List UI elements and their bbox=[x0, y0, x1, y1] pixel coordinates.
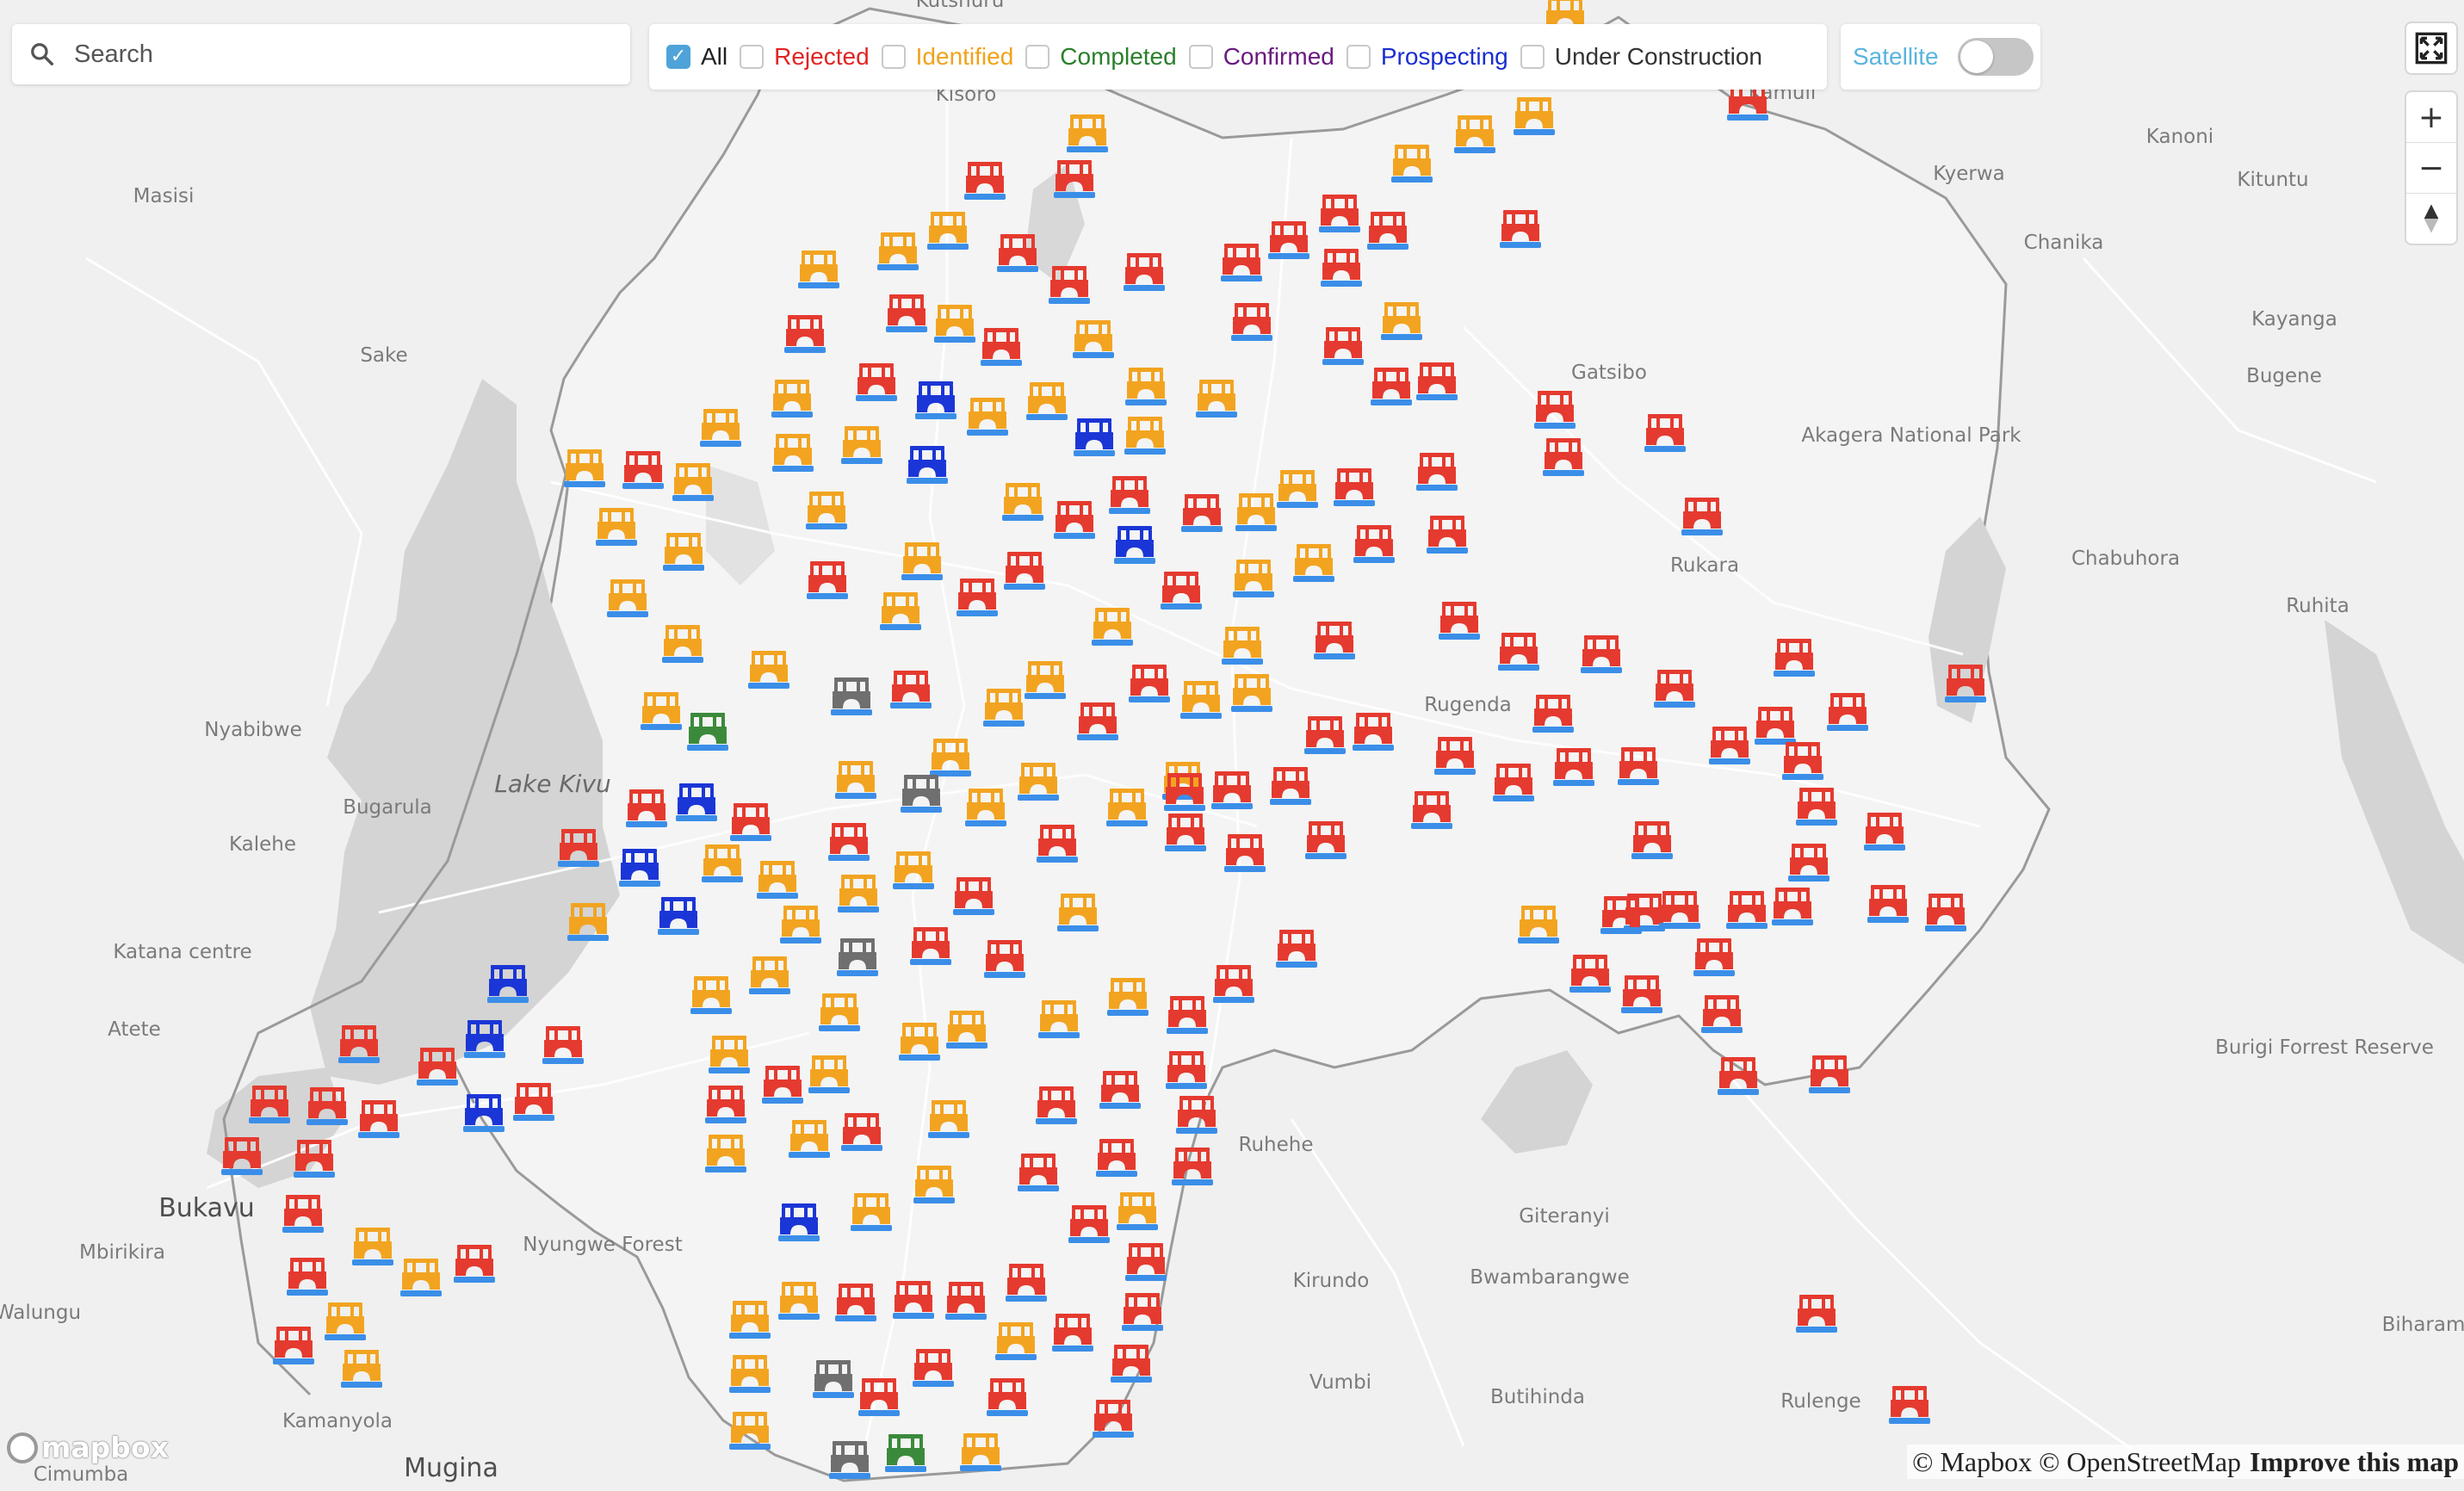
filter-under-construction-label: Under Construction bbox=[1554, 43, 1762, 70]
place-label: Cimumba bbox=[34, 1463, 129, 1486]
place-label: Kutshuru bbox=[916, 0, 1005, 12]
place-label: Burigi Forrest Reserve bbox=[2215, 1036, 2434, 1059]
place-label: Mbirikira bbox=[79, 1241, 165, 1264]
filter-prospecting-checkbox[interactable] bbox=[1346, 45, 1371, 69]
filter-confirmed-checkbox[interactable] bbox=[1188, 45, 1213, 69]
filter-rejected[interactable]: Rejected bbox=[740, 43, 870, 71]
filter-completed-label: Completed bbox=[1060, 43, 1177, 70]
search-icon bbox=[31, 43, 53, 65]
satellite-toggle-panel: Satellite bbox=[1841, 24, 2040, 90]
filter-completed[interactable]: Completed bbox=[1025, 43, 1177, 71]
place-label: Rugenda bbox=[1424, 694, 1512, 716]
place-label: Katana centre bbox=[113, 941, 251, 963]
place-label: Ruhehe bbox=[1239, 1134, 1314, 1156]
place-label: Kirundo bbox=[1293, 1270, 1370, 1292]
place-label: Ruhita bbox=[2286, 595, 2349, 617]
attribution-text[interactable]: © Mapbox © OpenStreetMap bbox=[1912, 1446, 2241, 1478]
place-label: Kituntu bbox=[2237, 169, 2308, 191]
place-label: Bugene bbox=[2246, 365, 2322, 387]
mapbox-logo[interactable]: mapbox bbox=[7, 1431, 169, 1464]
place-label: Chabuhora bbox=[2071, 548, 2180, 570]
filter-completed-checkbox[interactable] bbox=[1025, 45, 1050, 69]
zoom-out-button[interactable]: − bbox=[2406, 142, 2456, 193]
place-label: Rulenge bbox=[1780, 1390, 1860, 1413]
filter-identified[interactable]: Identified bbox=[881, 43, 1014, 71]
zoom-in-button[interactable]: + bbox=[2406, 92, 2456, 142]
filter-prospecting-label: Prospecting bbox=[1380, 43, 1508, 70]
place-label: Chanika bbox=[2024, 232, 2104, 254]
place-label: Kyerwa bbox=[1933, 163, 2005, 185]
place-label: Nyabibwe bbox=[204, 719, 301, 741]
place-label: Nyungwe Forest bbox=[523, 1234, 682, 1256]
place-label: Biharam bbox=[2382, 1314, 2464, 1336]
satellite-label: Satellite bbox=[1853, 43, 1939, 70]
filter-all-checkbox[interactable] bbox=[666, 45, 690, 69]
filter-prospecting[interactable]: Prospecting bbox=[1346, 43, 1508, 71]
filter-rejected-label: Rejected bbox=[774, 43, 870, 70]
mapbox-logo-text: mapbox bbox=[41, 1431, 169, 1464]
place-label: Kayanga bbox=[2251, 308, 2337, 331]
compass-icon bbox=[2424, 204, 2439, 233]
place-label: Bukavu bbox=[158, 1193, 255, 1223]
plus-icon: + bbox=[2418, 99, 2445, 135]
minus-icon: − bbox=[2418, 150, 2445, 186]
map-canvas[interactable]: KutshuruKisoro KamuliKanoniKyerwa KituntuM… bbox=[0, 0, 2464, 1491]
place-label: Kanoni bbox=[2146, 126, 2213, 148]
place-label: Mugina bbox=[404, 1453, 498, 1483]
place-label: Walungu bbox=[0, 1302, 81, 1324]
filter-confirmed-label: Confirmed bbox=[1223, 43, 1334, 70]
place-label: Lake Kivu bbox=[494, 770, 611, 798]
filter-rejected-checkbox[interactable] bbox=[740, 45, 765, 69]
filter-under-construction-checkbox[interactable] bbox=[1520, 45, 1545, 69]
search-input[interactable] bbox=[72, 39, 592, 70]
place-label: Giteranyi bbox=[1519, 1205, 1610, 1228]
fullscreen-control bbox=[2406, 23, 2456, 73]
place-label: Vumbi bbox=[1309, 1371, 1371, 1394]
satellite-switch[interactable] bbox=[1957, 38, 2034, 76]
filter-identified-label: Identified bbox=[915, 43, 1014, 70]
place-label: Atete bbox=[108, 1018, 161, 1041]
place-label: Sake bbox=[360, 344, 407, 367]
place-label: Bugarula bbox=[343, 796, 432, 819]
mapbox-mark-icon bbox=[7, 1432, 38, 1463]
filter-confirmed[interactable]: Confirmed bbox=[1188, 43, 1334, 71]
attribution: © Mapbox © OpenStreetMap Improve this ma… bbox=[1907, 1445, 2464, 1479]
place-label: Rukara bbox=[1670, 554, 1739, 577]
place-label: Butihinda bbox=[1490, 1386, 1585, 1408]
zoom-control: + − bbox=[2406, 92, 2456, 244]
status-filter-bar: All Rejected Identified Completed Confir… bbox=[649, 24, 1827, 90]
filter-identified-checkbox[interactable] bbox=[881, 45, 906, 69]
switch-knob bbox=[1959, 40, 1993, 73]
place-label: Gatsibo bbox=[1571, 362, 1647, 384]
place-label: Bwambarangwe bbox=[1470, 1266, 1629, 1289]
filter-all-label: All bbox=[701, 43, 728, 70]
place-label: Masisi bbox=[133, 185, 195, 207]
filter-under-construction[interactable]: Under Construction bbox=[1520, 43, 1762, 71]
fullscreen-button[interactable] bbox=[2406, 23, 2456, 73]
search-box[interactable] bbox=[12, 24, 630, 84]
improve-map-link[interactable]: Improve this map bbox=[2250, 1446, 2459, 1478]
place-label: Akagera National Park bbox=[1801, 424, 2021, 447]
place-label: Kalehe bbox=[229, 833, 296, 856]
fullscreen-icon bbox=[2415, 32, 2448, 65]
compass-button[interactable] bbox=[2406, 193, 2456, 244]
place-label: Kamanyola bbox=[282, 1410, 393, 1432]
filter-all[interactable]: All bbox=[666, 43, 727, 71]
